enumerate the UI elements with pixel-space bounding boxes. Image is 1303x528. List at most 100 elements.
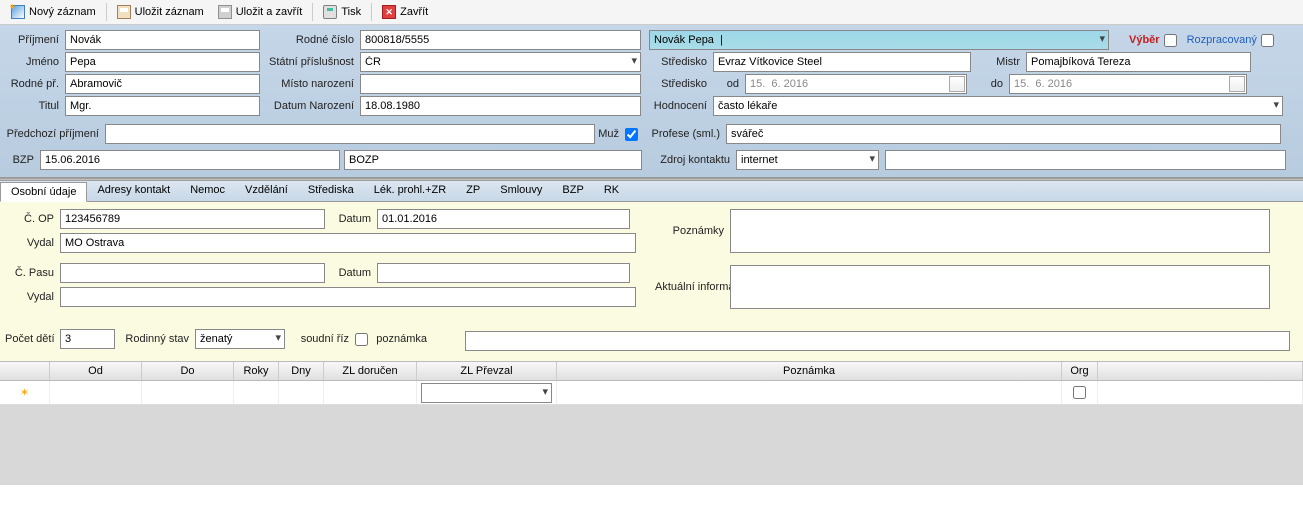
label-profese: Profese (sml.) [638,128,726,140]
toolbar-separator [312,3,313,21]
label-vyber: Výběr [1129,34,1160,46]
label-rozpracovany: Rozpracovaný [1187,34,1257,46]
stredisko-od-input[interactable] [745,74,967,94]
soudni-riz-checkbox[interactable] [355,333,368,346]
grid-col-do[interactable]: Do [142,362,234,380]
grid-col-od[interactable]: Od [50,362,142,380]
rodinny-stav-input[interactable] [195,329,285,349]
hodnoceni-input[interactable] [713,96,1283,116]
predchozi-prij-input[interactable] [105,124,595,144]
rodinny-stav-combo[interactable] [195,329,285,349]
close-button[interactable]: Zavřít [376,3,434,21]
aktualni-info-textarea[interactable] [730,265,1270,309]
bzp-type-input[interactable] [344,150,642,170]
label-rodne-pr: Rodné př. [5,78,65,90]
save-close-button[interactable]: Uložit a zavřít [212,3,309,21]
stredisko-od-date[interactable] [745,74,967,94]
cell-poznamka[interactable] [557,381,1062,404]
print-button[interactable]: Tisk [317,3,367,21]
cell-org[interactable] [1062,381,1098,404]
grid-row-new[interactable]: ✶ [0,381,1303,405]
tab-content: Č. OP Datum Vydal Č. Pasu Datum Vydal Po… [0,202,1303,361]
bzp-date-input[interactable] [40,150,340,170]
rozpracovany-checkbox[interactable] [1261,34,1274,47]
grid-col-dny[interactable]: Dny [279,362,324,380]
pocet-deti-input[interactable] [60,329,115,349]
history-grid: Od Do Roky Dny ZL doručen ZL Převzal Poz… [0,361,1303,485]
misto-nar-input[interactable] [360,74,641,94]
rodne-pr-input[interactable] [65,74,260,94]
tab-strediska[interactable]: Střediska [298,181,364,201]
tab-zp[interactable]: ZP [456,181,490,201]
label-poznamka-mid: poznámka [368,333,433,345]
label-aktualni-info: Aktuální informace [655,281,730,293]
person-select-combo[interactable] [649,30,1109,50]
cell-od[interactable] [50,381,142,404]
grid-col-blank[interactable] [1098,362,1303,380]
label-statni-prisl: Státní příslušnost [260,56,360,68]
datum-nar-input[interactable] [360,96,641,116]
grid-col-zl-dorucen[interactable]: ZL doručen [324,362,417,380]
stredisko-do-input[interactable] [1009,74,1247,94]
grid-col-poznamka[interactable]: Poznámka [557,362,1062,380]
poznamka-mid-input[interactable] [465,331,1290,351]
vyber-checkbox[interactable] [1164,34,1177,47]
zdroj-kontaktu-extra-input[interactable] [885,150,1286,170]
mistr-input[interactable] [1026,52,1251,72]
cell-roky[interactable] [234,381,279,404]
cell-zl-prevzal-combo[interactable] [421,383,552,403]
muz-checkbox[interactable] [625,128,638,141]
tab-vzdelani[interactable]: Vzdělání [235,181,298,201]
tab-smlouvy[interactable]: Smlouvy [490,181,552,201]
stredisko-do-date[interactable] [1009,74,1247,94]
zdroj-kontaktu-input[interactable] [736,150,879,170]
cell-zl-prevzal[interactable] [417,381,557,404]
tab-osobni-udaje[interactable]: Osobní údaje [0,182,87,202]
rodne-cislo-input[interactable] [360,30,641,50]
print-icon [323,5,337,19]
toolbar-separator [371,3,372,21]
op-datum-input[interactable] [377,209,630,229]
toolbar: Nový záznam Uložit záznam Uložit a zavří… [0,0,1303,25]
label-stredisko2: Středisko [641,78,713,90]
close-icon [382,5,396,19]
zdroj-kontaktu-combo[interactable] [736,150,879,170]
person-select-input[interactable] [649,30,1109,50]
grid-col-org[interactable]: Org [1062,362,1098,380]
grid-header: Od Do Roky Dny ZL doručen ZL Převzal Poz… [0,362,1303,381]
statni-prisl-combo[interactable] [360,52,641,72]
cell-do[interactable] [142,381,234,404]
prijmeni-input[interactable] [65,30,260,50]
grid-col-roky[interactable]: Roky [234,362,279,380]
tab-bzp[interactable]: BZP [552,181,593,201]
save-label: Uložit záznam [135,6,204,18]
new-row-icon: ✶ [14,386,35,399]
hodnoceni-combo[interactable] [713,96,1283,116]
cell-zl-dorucen[interactable] [324,381,417,404]
cpasu-input[interactable] [60,263,325,283]
label-prijmeni: Příjmení [5,34,65,46]
op-vydal-input[interactable] [60,233,636,253]
cell-org-checkbox[interactable] [1073,386,1086,399]
new-record-button[interactable]: Nový záznam [5,3,102,21]
jmeno-input[interactable] [65,52,260,72]
label-muz: Muž [595,128,625,140]
profese-input[interactable] [726,124,1281,144]
tab-adresy-kontakt[interactable]: Adresy kontakt [87,181,180,201]
label-op-vydal: Vydal [5,237,60,249]
cop-input[interactable] [60,209,325,229]
tab-lek-prohl[interactable]: Lék. prohl.+ZR [364,181,456,201]
grid-col-marker[interactable] [0,362,50,380]
titul-input[interactable] [65,96,260,116]
tab-rk[interactable]: RK [594,181,629,201]
tab-nemoc[interactable]: Nemoc [180,181,235,201]
save-record-button[interactable]: Uložit záznam [111,3,210,21]
statni-prisl-input[interactable] [360,52,641,72]
pas-datum-input[interactable] [377,263,630,283]
label-cpasu: Č. Pasu [5,267,60,279]
poznamky-textarea[interactable] [730,209,1270,253]
grid-col-zl-prevzal[interactable]: ZL Převzal [417,362,557,380]
cell-dny[interactable] [279,381,324,404]
pas-vydal-input[interactable] [60,287,636,307]
stredisko-input[interactable] [713,52,971,72]
